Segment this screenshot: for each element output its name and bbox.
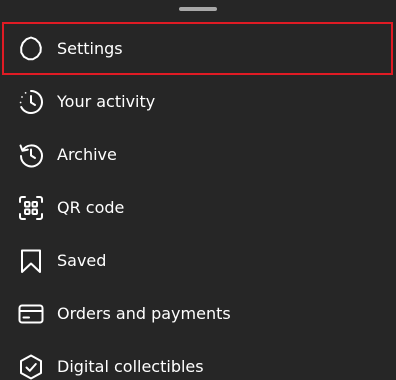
menu-item-orders-and-payments[interactable]: Orders and payments [0, 287, 396, 340]
menu-item-label: Saved [57, 250, 107, 270]
menu-item-archive[interactable]: Archive [0, 128, 396, 181]
profile-menu: Settings Your activity Archive QR code S… [0, 22, 396, 380]
menu-item-qr-code[interactable]: QR code [0, 181, 396, 234]
menu-item-saved[interactable]: Saved [0, 234, 396, 287]
menu-item-label: Digital collectibles [57, 356, 204, 376]
credit-card-icon [17, 300, 45, 328]
menu-item-digital-collectibles[interactable]: Digital collectibles [0, 340, 396, 380]
menu-item-label: Archive [57, 144, 117, 164]
menu-item-label: Orders and payments [57, 303, 231, 323]
archive-history-icon [17, 141, 45, 169]
drag-handle[interactable] [179, 7, 217, 11]
activity-clock-icon [17, 88, 45, 116]
menu-item-settings[interactable]: Settings [2, 22, 393, 75]
bookmark-icon [17, 247, 45, 275]
settings-gear-icon [17, 35, 45, 63]
bottom-sheet: Settings Your activity Archive QR code S… [0, 0, 396, 380]
menu-item-label: Your activity [57, 91, 156, 111]
menu-item-your-activity[interactable]: Your activity [0, 75, 396, 128]
menu-item-label: QR code [57, 197, 125, 217]
menu-item-label: Settings [57, 38, 123, 58]
qr-code-icon [17, 194, 45, 222]
verified-shield-icon [17, 353, 45, 380]
